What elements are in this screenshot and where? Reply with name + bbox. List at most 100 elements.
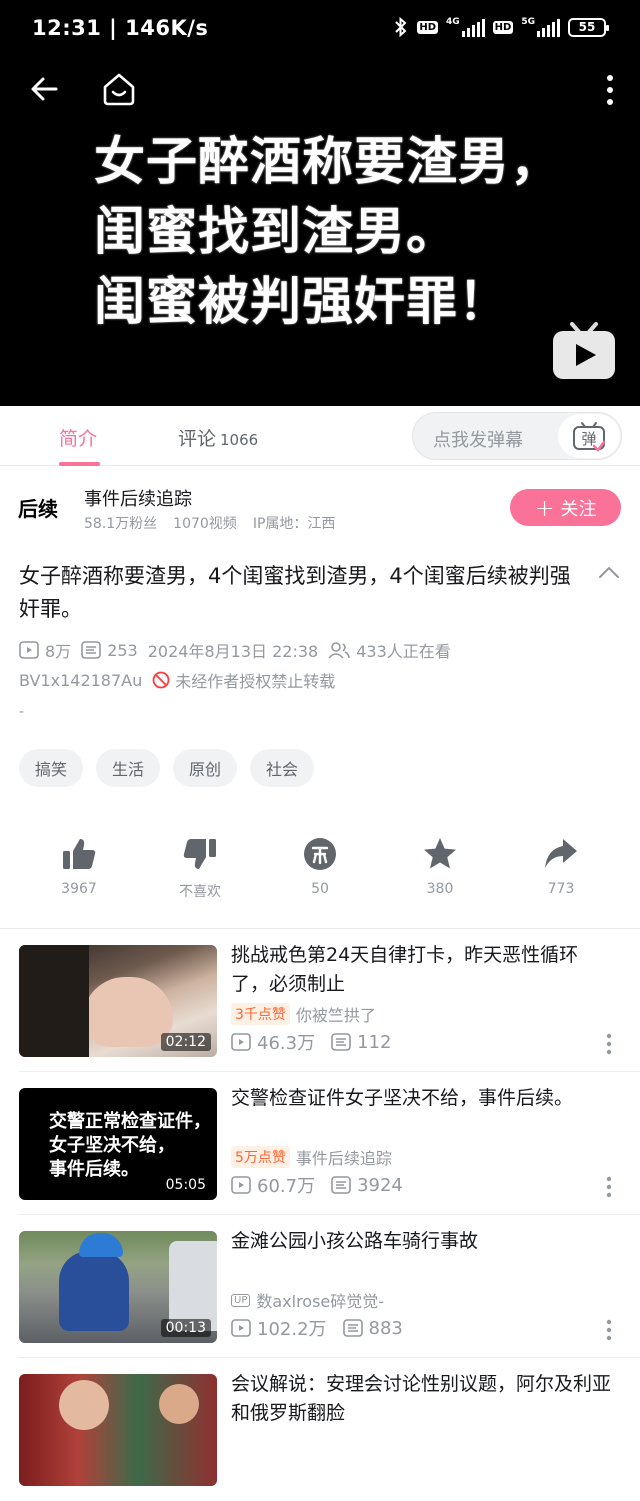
uploader-ip: IP属地：江西 — [252, 516, 336, 532]
coin-button[interactable]: 50 — [275, 836, 365, 897]
dislike-label: 不喜欢 — [179, 884, 221, 900]
status-time: 12:31 | 146K/s — [32, 16, 209, 40]
bluetooth-icon — [395, 16, 407, 38]
danmaku-icon: 弹 — [573, 422, 606, 452]
publish-date: 2024年8月13日 22:38 — [147, 642, 319, 661]
related-meta: 3千点赞 你被竺拱了 — [231, 1002, 376, 1026]
list-item[interactable]: 会议解说：安理会讨论性别议题，阿尔及利亚和俄罗斯翻脸 — [0, 1358, 640, 1501]
related-title: 交警检查证件女子坚决不给，事件后续。 — [231, 1087, 574, 1109]
related-views: 102.2万 — [257, 1319, 327, 1340]
play-count-icon — [231, 1033, 251, 1051]
danmaku-count-icon — [331, 1033, 351, 1051]
video-thumbnail[interactable]: 交警正常检查证件， 女子坚决不给， 事件后续。 05:05 — [19, 1088, 217, 1200]
thumbnail-text: 交警正常检查证件， 女子坚决不给， 事件后续。 — [49, 1111, 211, 1180]
thumbnail-car — [169, 1241, 217, 1331]
video-title: 女子醉酒称要渣男，4个闺蜜找到渣男，4个闺蜜后续被判强奸罪。 — [19, 564, 571, 621]
bilibili-tv-icon[interactable] — [552, 320, 616, 380]
favorite-button[interactable]: 380 — [395, 836, 485, 897]
more-vertical-icon[interactable] — [606, 1033, 612, 1055]
status-bar: 12:31 | 146K/s HD 4G HD 5G 55 — [0, 0, 640, 58]
star-icon — [424, 838, 456, 869]
play-count-icon — [231, 1176, 251, 1194]
list-item[interactable]: 交警正常检查证件， 女子坚决不给， 事件后续。 05:05 交警检查证件女子坚决… — [0, 1072, 640, 1215]
tab-comments-label: 评论 — [178, 428, 217, 450]
thumbnail-helmet — [79, 1233, 123, 1257]
thumbs-up-icon — [63, 839, 96, 869]
thumbnail-face — [83, 977, 173, 1047]
related-meta: 5万点赞 事件后续追踪 — [231, 1145, 392, 1169]
no-repost-text: 未经作者授权禁止转载 — [175, 672, 336, 691]
tab-comments[interactable]: 评论 1066 — [178, 424, 258, 451]
video-thumbnail[interactable]: 00:13 — [19, 1231, 217, 1343]
tag-item[interactable]: 社会 — [250, 749, 315, 787]
more-vertical-icon[interactable] — [602, 74, 618, 106]
thumbs-down-icon — [183, 839, 216, 869]
thumbnail-rider — [59, 1251, 129, 1331]
danmaku-count-icon — [81, 641, 101, 659]
related-author: 事件后续追踪 — [295, 1149, 392, 1168]
related-danmaku: 112 — [357, 1031, 392, 1053]
uploader-name[interactable]: 事件后续追踪 — [84, 485, 192, 511]
coin-count: 50 — [311, 881, 329, 897]
share-button[interactable]: 773 — [516, 836, 606, 897]
video-player[interactable]: 12:31 | 146K/s HD 4G HD 5G 55 女子醉酒称要渣男， … — [0, 0, 640, 406]
related-title: 会议解说：安理会讨论性别议题，阿尔及利亚和俄罗斯翻脸 — [231, 1373, 612, 1424]
video-stats: 8万 253 2024年8月13日 22:38 433人正在看 — [19, 638, 451, 662]
avatar[interactable]: 后续 — [18, 488, 70, 526]
hd-badge-2: HD — [492, 20, 514, 34]
related-title: 金滩公园小孩公路车骑行事故 — [231, 1230, 479, 1252]
overlay-line-3: 闺蜜被判强奸罪！ — [94, 273, 511, 332]
more-vertical-icon[interactable] — [606, 1319, 612, 1341]
danmaku-count: 253 — [107, 640, 138, 660]
dislike-button[interactable]: 不喜欢 — [155, 836, 245, 901]
chevron-up-icon[interactable] — [598, 564, 620, 580]
thumbnail-person-2 — [159, 1384, 199, 1424]
signal-4g-icon: 4G — [446, 17, 485, 37]
tag-item[interactable]: 搞笑 — [19, 749, 84, 787]
comments-count: 1066 — [220, 431, 259, 449]
home-tv-icon[interactable] — [100, 70, 138, 108]
list-item[interactable]: 00:13 金滩公园小孩公路车骑行事故 UP 数axlrose碎觉觉- 102.… — [0, 1215, 640, 1358]
uploader-fans: 58.1万粉丝 — [84, 516, 158, 532]
battery-icon: 55 — [568, 17, 609, 37]
uploader-videos: 1070视频 — [173, 516, 237, 532]
video-thumbnail[interactable]: 02:12 — [19, 945, 217, 1057]
bvid[interactable]: BV1x142187Au — [19, 671, 142, 690]
overlay-line-1: 女子醉酒称要渣男， — [94, 133, 563, 192]
like-button[interactable]: 3967 — [34, 836, 124, 897]
duration-badge: 05:05 — [160, 1176, 211, 1194]
play-count-icon — [231, 1319, 251, 1337]
duration-badge: 02:12 — [160, 1033, 211, 1051]
signal-5g-icon: 5G — [521, 17, 560, 37]
more-vertical-icon[interactable] — [606, 1176, 612, 1198]
no-repost-icon — [152, 671, 170, 689]
share-icon — [545, 839, 577, 868]
related-author: 你被竺拱了 — [295, 1006, 376, 1025]
tab-bar: 简介 评论 1066 点我发弹幕 弹 — [0, 406, 640, 466]
video-overlay-text: 女子醉酒称要渣男， 闺蜜找到渣男。 闺蜜被判强奸罪！ — [94, 128, 614, 338]
related-stats: 102.2万 883 — [231, 1315, 403, 1341]
related-views: 60.7万 — [257, 1176, 316, 1197]
like-count: 3967 — [61, 881, 97, 897]
back-arrow-icon[interactable] — [28, 72, 62, 106]
danmaku-placeholder: 点我发弹幕 — [433, 430, 523, 451]
danmaku-toggle-button[interactable]: 弹 — [558, 414, 620, 458]
list-item[interactable]: 02:12 挑战戒色第24天自律打卡，昨天恶性循环了，必须制止 3千点赞 你被竺… — [0, 929, 640, 1072]
favorite-count: 380 — [426, 881, 454, 897]
tab-intro[interactable]: 简介 — [59, 424, 97, 451]
status-icons: HD 4G HD 5G 55 — [393, 16, 609, 38]
follow-button[interactable]: + 关注 — [510, 489, 621, 526]
tag-item[interactable]: 生活 — [96, 749, 161, 787]
video-thumbnail[interactable] — [19, 1374, 217, 1486]
danmaku-input[interactable]: 点我发弹幕 弹 — [412, 412, 622, 460]
tag-list: 搞笑 生活 原创 社会 — [19, 749, 315, 787]
thumbnail-hair — [19, 945, 89, 1057]
danmaku-count-icon — [331, 1176, 351, 1194]
share-count: 773 — [547, 881, 575, 897]
video-description: - — [19, 704, 25, 720]
tag-item[interactable]: 原创 — [173, 749, 238, 787]
view-count: 8万 — [45, 642, 72, 661]
watching-icon — [328, 642, 351, 659]
plus-icon: + — [534, 493, 555, 522]
overlay-line-2: 闺蜜找到渣男。 — [94, 203, 459, 262]
